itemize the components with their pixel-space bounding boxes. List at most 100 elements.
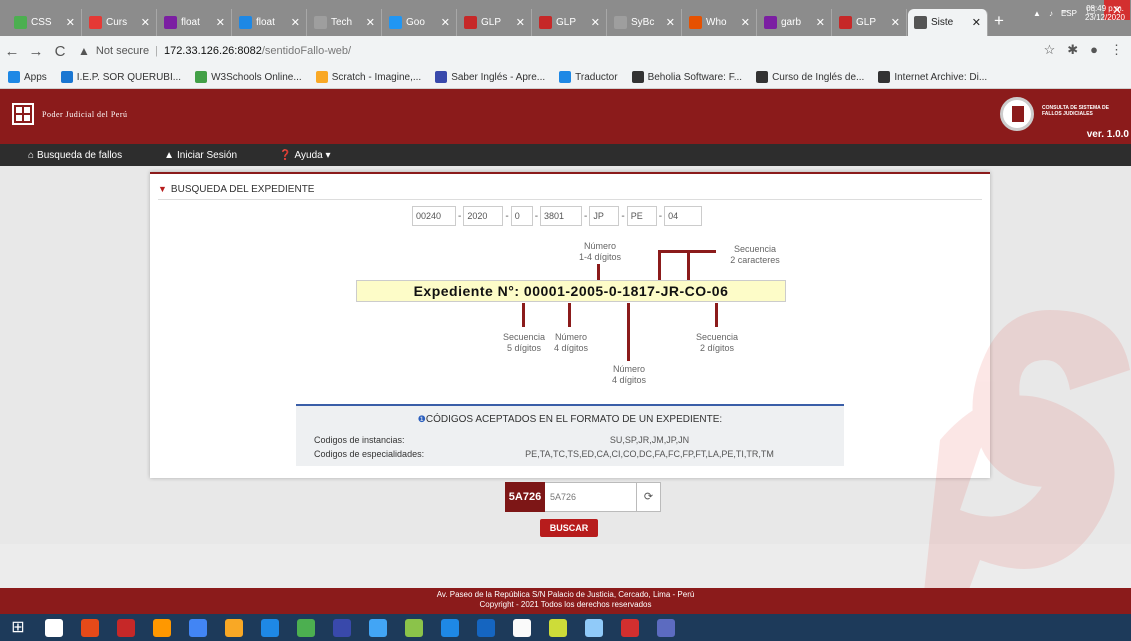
bookmark-item[interactable]: Apps — [8, 71, 47, 83]
tab-close-icon[interactable]: ✕ — [516, 16, 525, 29]
tab-close-icon[interactable]: ✕ — [891, 16, 900, 29]
browser-tab[interactable]: GLP ✕ — [533, 9, 607, 36]
taskbar-app-icon[interactable] — [612, 614, 648, 641]
tab-label: Siste — [931, 17, 954, 28]
url-separator: | — [155, 45, 158, 57]
clock[interactable]: 08:49 p.m. 23/12/2020 — [1085, 4, 1125, 22]
nav-ayuda[interactable]: ❓ Ayuda ▾ — [279, 150, 330, 161]
taskbar-app-icon[interactable] — [180, 614, 216, 641]
codes-title: ❶CÓDIGOS ACEPTADOS EN EL FORMATO DE UN E… — [417, 414, 723, 425]
volume-icon[interactable]: ♪ — [1049, 9, 1053, 18]
bookmark-item[interactable]: Saber Inglés - Apre... — [435, 71, 545, 83]
browser-tab[interactable]: CSS ✕ — [8, 9, 82, 36]
bookmark-item[interactable]: W3Schools Online... — [195, 71, 302, 83]
bookmark-item[interactable]: Internet Archive: Di... — [878, 71, 987, 83]
tab-close-icon[interactable]: ✕ — [366, 16, 375, 29]
browser-tab[interactable]: SyBc ✕ — [608, 9, 682, 36]
new-tab-button[interactable]: + — [994, 12, 1004, 29]
bookmark-item[interactable]: Beholia Software: F... — [631, 71, 742, 83]
taskbar-app-icon[interactable] — [468, 614, 504, 641]
bookmark-star-icon[interactable]: ☆ — [1044, 42, 1056, 58]
annotation-secuencia-2: Secuencia 2 dígitos — [695, 332, 739, 353]
expediente-example: Expediente N°: 00001-2005-0-1817-JR-CO-0… — [356, 280, 786, 302]
dash: - — [505, 210, 509, 222]
windows-start-icon[interactable]: ⊞ — [0, 614, 36, 641]
bookmark-label: W3Schools Online... — [211, 71, 302, 83]
tab-favicon-icon — [689, 16, 702, 29]
taskbar-app-icon[interactable] — [360, 614, 396, 641]
network-icon[interactable]: ▲ — [1033, 9, 1041, 18]
tab-close-icon[interactable]: ✕ — [216, 16, 225, 29]
reload-icon[interactable]: C — [48, 43, 72, 60]
extension-icon[interactable]: ✱ — [1067, 42, 1078, 58]
menu-icon[interactable]: ⋮ — [1110, 42, 1123, 58]
system-tray: ▲ ♪ ESP 08:49 p.m. 23/12/2020 — [1033, 4, 1125, 22]
tab-close-icon[interactable]: ✕ — [291, 16, 300, 29]
tab-close-icon[interactable]: ✕ — [666, 16, 675, 29]
taskbar-app-icon[interactable] — [648, 614, 684, 641]
browser-tab[interactable]: float ✕ — [233, 9, 307, 36]
tab-close-icon[interactable]: ✕ — [141, 16, 150, 29]
field-especialidad[interactable] — [626, 206, 657, 226]
taskbar-app-icon[interactable] — [576, 614, 612, 641]
tab-label: float — [256, 17, 275, 28]
refresh-captcha-icon[interactable]: ⟳ — [637, 482, 661, 512]
tab-favicon-icon — [389, 16, 402, 29]
divider — [158, 199, 982, 200]
taskbar-app-icon[interactable] — [252, 614, 288, 641]
browser-tab[interactable]: garb ✕ — [758, 9, 832, 36]
codes-label: Codigos de instancias: — [314, 435, 405, 445]
nav-busqueda-fallos[interactable]: ⌂ Busqueda de fallos — [28, 150, 122, 161]
language-indicator[interactable]: ESP — [1061, 9, 1077, 18]
taskbar-app-icon[interactable] — [72, 614, 108, 641]
browser-tab[interactable]: GLP ✕ — [458, 9, 532, 36]
field-juzgado[interactable] — [664, 206, 703, 226]
field-incidente[interactable] — [510, 206, 533, 226]
tab-close-icon[interactable]: ✕ — [591, 16, 600, 29]
browser-tab[interactable]: Goo ✕ — [383, 9, 457, 36]
taskbar-app-icon[interactable] — [324, 614, 360, 641]
field-anio[interactable] — [463, 206, 504, 226]
browser-tab[interactable]: GLP ✕ — [833, 9, 907, 36]
field-numero[interactable] — [412, 206, 456, 226]
tab-label: CSS — [31, 17, 52, 28]
tab-close-icon[interactable]: ✕ — [66, 16, 75, 29]
forward-icon[interactable]: → — [24, 43, 48, 60]
profile-icon[interactable]: ● — [1090, 42, 1098, 58]
taskbar-app-icon[interactable] — [108, 614, 144, 641]
tab-favicon-icon — [764, 16, 777, 29]
taskbar-app-icon[interactable] — [36, 614, 72, 641]
tab-close-icon[interactable]: ✕ — [441, 16, 450, 29]
browser-tab[interactable]: Tech ✕ — [308, 9, 382, 36]
buscar-button[interactable]: BUSCAR — [540, 519, 598, 537]
nav-iniciar-sesion[interactable]: ▲ Iniciar Sesión — [164, 150, 237, 161]
captcha-input[interactable] — [545, 482, 637, 512]
dash: - — [658, 210, 663, 222]
browser-tab-strip: + ‒ □ ✕ CSS ✕ Curs ✕ float ✕ float ✕ Tech ✕ Goo ✕ GL… — [0, 0, 1131, 36]
bookmark-item[interactable]: Traductor — [559, 71, 618, 83]
taskbar-app-icon[interactable] — [396, 614, 432, 641]
field-distrito[interactable] — [540, 206, 583, 226]
taskbar-app-icon[interactable] — [504, 614, 540, 641]
bookmark-item[interactable]: Scratch - Imagine,... — [315, 71, 421, 83]
browser-tab[interactable]: Who ✕ — [683, 9, 757, 36]
tab-close-icon[interactable]: ✕ — [741, 16, 750, 29]
browser-actions: ☆ ✱ ● ⋮ — [1044, 42, 1123, 58]
bookmark-item[interactable]: Curso de Inglés de... — [756, 71, 864, 83]
tab-close-icon[interactable]: ✕ — [972, 16, 981, 29]
field-instancia[interactable] — [589, 206, 620, 226]
browser-tab[interactable]: float ✕ — [158, 9, 232, 36]
browser-tab[interactable]: Siste ✕ — [908, 9, 988, 36]
taskbar-app-icon[interactable] — [540, 614, 576, 641]
bookmark-item[interactable]: I.E.P. SOR QUERUBI... — [60, 71, 181, 83]
taskbar-app-icon[interactable] — [288, 614, 324, 641]
taskbar-app-icon[interactable] — [144, 614, 180, 641]
browser-tab[interactable]: Curs ✕ — [83, 9, 157, 36]
taskbar-app-icon[interactable] — [432, 614, 468, 641]
taskbar-app-icon[interactable] — [216, 614, 252, 641]
url-field[interactable]: ▲ Not secure | 172.33.126.26:8082/sentid… — [78, 39, 1028, 63]
captcha-image: 5A726 — [505, 482, 545, 512]
tab-favicon-icon — [14, 16, 27, 29]
back-icon[interactable]: ← — [0, 43, 24, 60]
tab-close-icon[interactable]: ✕ — [816, 16, 825, 29]
